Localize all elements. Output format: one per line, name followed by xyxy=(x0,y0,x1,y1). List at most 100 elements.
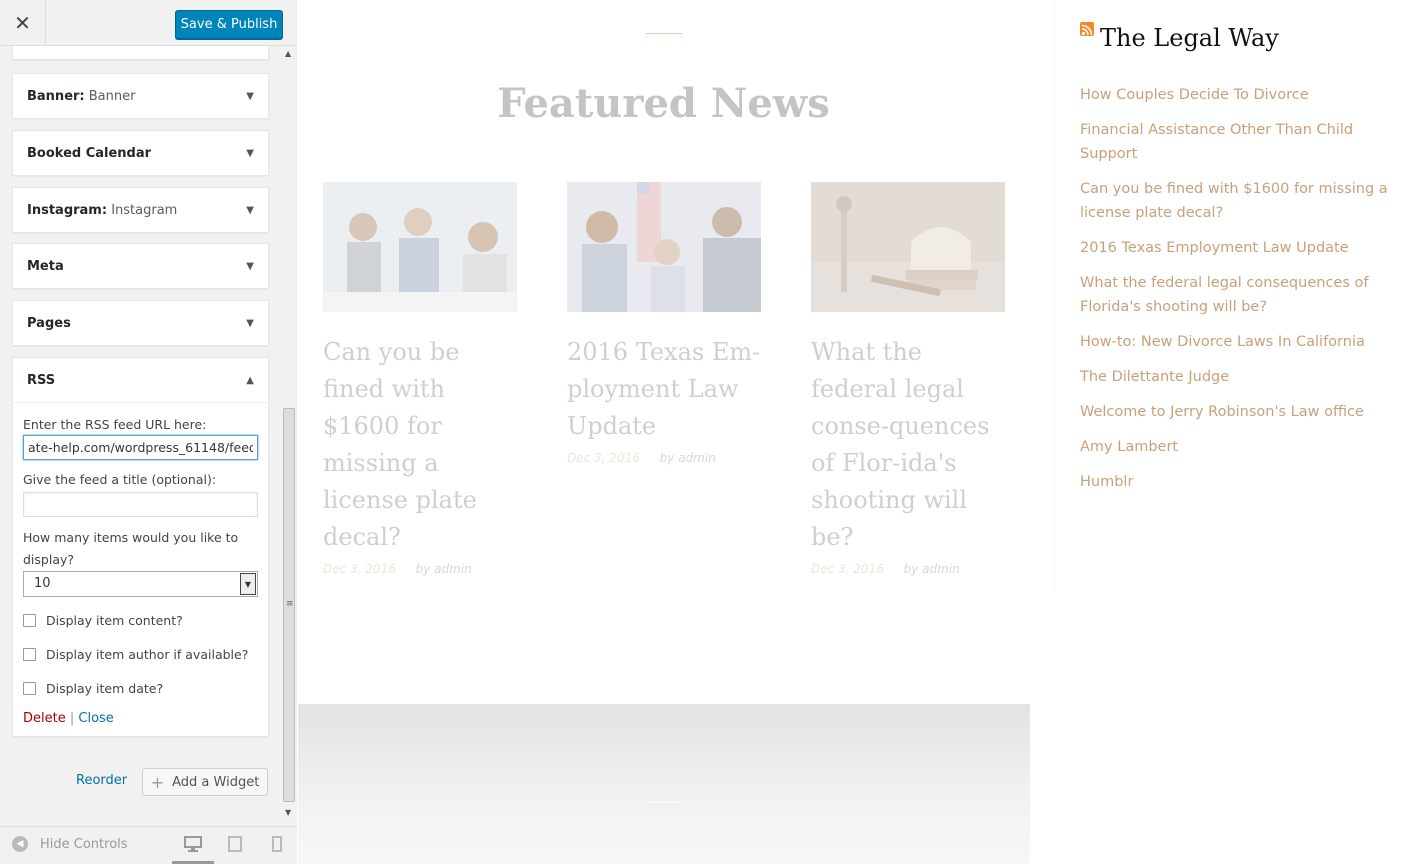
widget-meta[interactable]: Meta ▼ xyxy=(12,243,269,289)
rss-feed-item[interactable]: Amy Lambert xyxy=(1080,435,1402,459)
customizer-sidebar: ✕ Save & Publish Banner: Banner ▼ Booked… xyxy=(0,0,297,864)
customizer-header: ✕ Save & Publish xyxy=(0,0,297,46)
rss-feed-item[interactable]: Welcome to Jerry Robinson's Law office xyxy=(1080,400,1402,424)
rss-widget-form: Enter the RSS feed URL here: Give the fe… xyxy=(13,402,268,736)
customizer-footer: ◀ Hide Controls xyxy=(0,826,297,864)
widget-banner-title: Banner: xyxy=(27,88,85,104)
option-author-label: Display item author if available? xyxy=(46,646,249,662)
option-author-row[interactable]: Display item author if available? xyxy=(23,637,258,671)
post-title[interactable]: 2016 Texas Em-ployment Law Update xyxy=(567,334,761,445)
site-preview: Featured News Can you be fined with $160… xyxy=(298,0,1055,864)
chevron-down-icon[interactable]: ▼ xyxy=(246,318,254,329)
close-link[interactable]: Close xyxy=(78,711,113,726)
chevron-down-icon[interactable]: ▼ xyxy=(246,261,254,272)
option-content-row[interactable]: Display item content? xyxy=(23,603,258,637)
rss-items-select[interactable]: 10 ▼ xyxy=(23,571,258,597)
post-card[interactable]: Can you be fined with $1600 for missing … xyxy=(323,182,517,576)
mobile-icon[interactable] xyxy=(268,835,286,853)
post-title[interactable]: What the federal legal conse-quences of … xyxy=(811,334,1005,556)
widget-rss[interactable]: RSS ▲ Enter the RSS feed URL here: Give … xyxy=(12,357,269,737)
rss-title-label: Give the feed a title (optional): xyxy=(23,472,217,487)
rss-feed-item[interactable]: Financial Assistance Other Than Child Su… xyxy=(1080,118,1402,166)
rss-url-input[interactable] xyxy=(23,435,258,460)
widget-instagram-subtitle: Instagram xyxy=(111,202,178,218)
rss-feed-item[interactable]: Can you be fined with $1600 for missing … xyxy=(1080,177,1402,225)
post-image[interactable] xyxy=(811,182,1005,312)
widget-pages[interactable]: Pages ▼ xyxy=(12,300,269,346)
chevron-down-icon[interactable]: ▼ xyxy=(246,148,254,159)
rss-items-value: 10 xyxy=(34,576,51,591)
tablet-icon[interactable] xyxy=(226,835,244,853)
post-author[interactable]: by admin xyxy=(660,451,716,465)
hide-controls-label: Hide Controls xyxy=(40,836,128,852)
widget-pages-title: Pages xyxy=(27,315,71,331)
rss-feed-item[interactable]: How Couples Decide To Divorce xyxy=(1080,83,1402,107)
rss-feed-item[interactable]: Humblr xyxy=(1080,470,1402,494)
widget-list: Banner: Banner ▼ Booked Calendar ▼ Insta… xyxy=(0,46,282,826)
sidebar-scrollbar[interactable]: ▲ ≡ ▼ xyxy=(282,46,297,826)
rss-widget-title[interactable]: The Legal Way xyxy=(1100,24,1279,52)
post-date: Dec 3, 2016 xyxy=(567,451,640,465)
chevron-down-icon[interactable]: ▼ xyxy=(240,573,256,595)
widget-instagram[interactable]: Instagram: Instagram ▼ xyxy=(12,187,269,233)
plus-icon: + xyxy=(150,772,165,792)
option-date-row[interactable]: Display item date? xyxy=(23,671,258,705)
widget-booked-calendar[interactable]: Booked Calendar ▼ xyxy=(12,130,269,176)
widget-banner[interactable]: Banner: Banner ▼ xyxy=(12,73,269,119)
hero-band-background xyxy=(298,704,1030,864)
desktop-icon[interactable] xyxy=(184,835,202,853)
post-image[interactable] xyxy=(567,182,761,312)
post-meta: Dec 3, 2016 by admin xyxy=(567,451,761,465)
option-content-label: Display item content? xyxy=(46,612,183,628)
column-separator xyxy=(1054,0,1055,590)
widget-rss-title: RSS xyxy=(27,372,56,388)
rss-feed-item[interactable]: 2016 Texas Employment Law Update xyxy=(1080,236,1402,260)
scroll-up-icon[interactable]: ▲ xyxy=(285,49,291,58)
arrow-left-icon: ◀ xyxy=(12,836,28,852)
link-separator: | xyxy=(69,711,75,726)
rss-feed-item[interactable]: The Dilettante Judge xyxy=(1080,365,1402,389)
widget-meta-title: Meta xyxy=(27,258,64,274)
add-widget-label: Add a Widget xyxy=(172,774,260,790)
scrollbar-thumb[interactable]: ≡ xyxy=(283,408,295,802)
rss-items-label: How many items would you like to display… xyxy=(23,530,239,567)
featured-news-heading: Featured News xyxy=(497,80,830,127)
save-publish-button[interactable]: Save & Publish xyxy=(175,10,283,39)
chevron-down-icon[interactable]: ▼ xyxy=(246,91,254,102)
post-card[interactable]: 2016 Texas Em-ployment Law Update Dec 3,… xyxy=(567,182,761,465)
post-title[interactable]: Can you be fined with $1600 for missing … xyxy=(323,334,517,556)
reorder-link[interactable]: Reorder xyxy=(76,773,127,788)
widget-control-links: Delete | Close xyxy=(23,711,258,726)
rss-icon[interactable] xyxy=(1080,22,1094,36)
widget-banner-subtitle: Banner xyxy=(88,88,136,104)
rss-title-input[interactable] xyxy=(23,492,258,517)
post-meta: Dec 3, 2016 by admin xyxy=(811,562,1005,576)
delete-link[interactable]: Delete xyxy=(23,711,66,726)
post-meta: Dec 3, 2016 by admin xyxy=(323,562,517,576)
chevron-down-icon[interactable]: ▼ xyxy=(246,205,254,216)
checkbox-content[interactable] xyxy=(23,613,36,627)
post-date: Dec 3, 2016 xyxy=(323,562,396,576)
post-date: Dec 3, 2016 xyxy=(811,562,884,576)
option-date-label: Display item date? xyxy=(46,680,164,696)
rss-feed-item[interactable]: How-to: New Divorce Laws In California xyxy=(1080,330,1402,354)
rss-feed-item[interactable]: What the federal legal consequences of F… xyxy=(1080,271,1402,319)
checkbox-date[interactable] xyxy=(23,681,36,695)
post-author[interactable]: by admin xyxy=(904,562,960,576)
widget-instagram-title: Instagram: xyxy=(27,202,108,218)
scroll-down-icon[interactable]: ▼ xyxy=(285,808,291,817)
hide-controls-button[interactable]: ◀ Hide Controls xyxy=(12,836,128,852)
rss-feed-widget: The Legal Way How Couples Decide To Divo… xyxy=(1056,0,1419,864)
add-widget-button[interactable]: + Add a Widget xyxy=(142,768,268,796)
rss-feed-list: How Couples Decide To Divorce Financial … xyxy=(1080,83,1402,505)
post-image[interactable] xyxy=(323,182,517,312)
grip-icon: ≡ xyxy=(286,599,294,609)
post-author[interactable]: by admin xyxy=(416,562,472,576)
section-divider xyxy=(646,802,682,803)
close-icon[interactable]: ✕ xyxy=(0,0,46,46)
post-card[interactable]: What the federal legal conse-quences of … xyxy=(811,182,1005,576)
checkbox-author[interactable] xyxy=(23,647,36,661)
widget-partial xyxy=(12,46,269,60)
rss-url-label: Enter the RSS feed URL here: xyxy=(23,417,207,432)
chevron-up-icon[interactable]: ▲ xyxy=(246,375,254,386)
